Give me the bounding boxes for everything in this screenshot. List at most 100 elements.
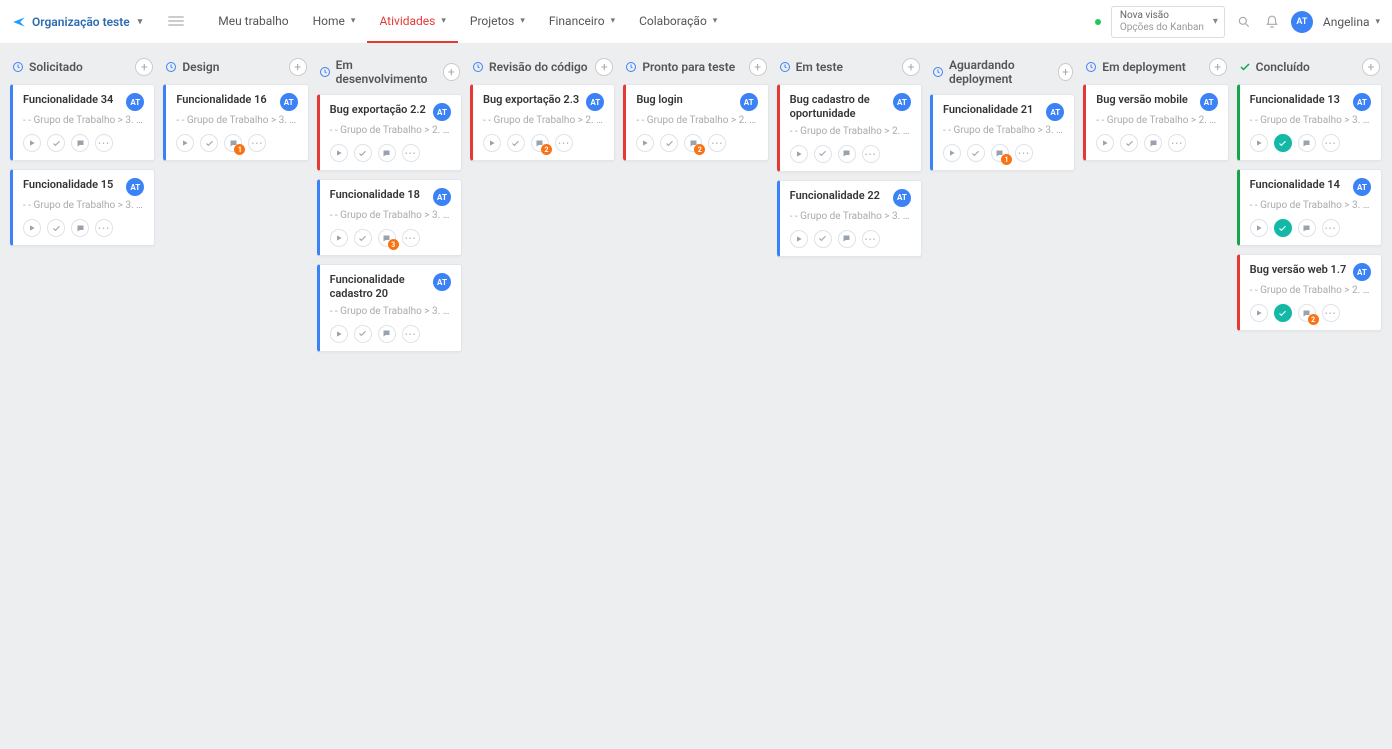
more-button[interactable]: ⋯ — [402, 325, 420, 343]
kanban-card[interactable]: Bug versão web 1.7AT- - Grupo de Trabalh… — [1237, 254, 1382, 331]
check-button[interactable] — [1120, 134, 1138, 152]
kanban-card[interactable]: Bug exportação 2.2AT- - Grupo de Trabalh… — [317, 94, 462, 171]
nav-link-4[interactable]: Financeiro▾ — [537, 0, 627, 43]
comment-button[interactable] — [378, 144, 396, 162]
nav-link-3[interactable]: Projetos▾ — [458, 0, 537, 43]
more-button[interactable]: ⋯ — [708, 134, 726, 152]
play-button[interactable] — [1250, 219, 1268, 237]
play-button[interactable] — [1250, 134, 1268, 152]
add-card-button[interactable]: + — [443, 63, 460, 81]
more-button[interactable]: ⋯ — [862, 145, 880, 163]
play-button[interactable] — [943, 144, 961, 162]
more-button[interactable]: ⋯ — [862, 230, 880, 248]
check-button[interactable] — [1274, 134, 1292, 152]
add-card-button[interactable]: + — [595, 58, 613, 76]
kanban-card[interactable]: Bug exportação 2.3AT- - Grupo de Trabalh… — [470, 84, 615, 161]
kanban-card[interactable]: Funcionalidade 14AT- - Grupo de Trabalho… — [1237, 169, 1382, 246]
check-button[interactable] — [1274, 219, 1292, 237]
play-button[interactable] — [330, 325, 348, 343]
more-button[interactable]: ⋯ — [95, 219, 113, 237]
more-button[interactable]: ⋯ — [555, 134, 573, 152]
check-button[interactable] — [47, 134, 65, 152]
comment-button[interactable] — [378, 325, 396, 343]
add-card-button[interactable]: + — [135, 58, 153, 76]
play-button[interactable] — [1250, 304, 1268, 322]
more-button[interactable]: ⋯ — [1322, 134, 1340, 152]
kanban-card[interactable]: Bug cadastro de oportunidadeAT- - Grupo … — [777, 84, 922, 172]
nav-link-5[interactable]: Colaboração▾ — [627, 0, 729, 43]
check-button[interactable] — [814, 230, 832, 248]
kanban-card[interactable]: Funcionalidade 18AT- - Grupo de Trabalho… — [317, 179, 462, 256]
check-button[interactable] — [814, 145, 832, 163]
more-button[interactable]: ⋯ — [95, 134, 113, 152]
more-button[interactable]: ⋯ — [1322, 304, 1340, 322]
nav-link-0[interactable]: Meu trabalho — [206, 0, 300, 43]
check-button[interactable] — [200, 134, 218, 152]
assignee-avatar[interactable]: AT — [1353, 178, 1371, 196]
add-card-button[interactable]: + — [1362, 58, 1380, 76]
play-button[interactable] — [23, 134, 41, 152]
assignee-avatar[interactable]: AT — [126, 178, 144, 196]
kanban-card[interactable]: Funcionalidade 13AT- - Grupo de Trabalho… — [1237, 84, 1382, 161]
kanban-card[interactable]: Funcionalidade 21AT- - Grupo de Trabalho… — [930, 94, 1075, 171]
bell-icon[interactable] — [1263, 13, 1281, 31]
more-button[interactable]: ⋯ — [1015, 144, 1033, 162]
more-button[interactable]: ⋯ — [248, 134, 266, 152]
assignee-avatar[interactable]: AT — [586, 93, 604, 111]
play-button[interactable] — [330, 229, 348, 247]
play-button[interactable] — [790, 145, 808, 163]
add-card-button[interactable]: + — [289, 58, 307, 76]
assignee-avatar[interactable]: AT — [433, 273, 451, 291]
assignee-avatar[interactable]: AT — [1353, 93, 1371, 111]
more-button[interactable]: ⋯ — [1322, 219, 1340, 237]
assignee-avatar[interactable]: AT — [893, 93, 911, 111]
comment-button[interactable] — [1144, 134, 1162, 152]
more-button[interactable]: ⋯ — [1168, 134, 1186, 152]
comment-button[interactable] — [71, 134, 89, 152]
kanban-card[interactable]: Funcionalidade 34AT- - Grupo de Trabalho… — [10, 84, 155, 161]
kanban-card[interactable]: Funcionalidade 16AT- - Grupo de Trabalho… — [163, 84, 308, 161]
kanban-card[interactable]: Bug versão mobileAT- - Grupo de Trabalho… — [1083, 84, 1228, 161]
assignee-avatar[interactable]: AT — [1200, 93, 1218, 111]
assignee-avatar[interactable]: AT — [740, 93, 758, 111]
add-card-button[interactable]: + — [749, 58, 767, 76]
comment-button[interactable]: 2 — [1298, 304, 1316, 322]
more-button[interactable]: ⋯ — [402, 229, 420, 247]
comment-button[interactable] — [838, 145, 856, 163]
play-button[interactable] — [636, 134, 654, 152]
add-card-button[interactable]: + — [902, 58, 920, 76]
check-button[interactable] — [507, 134, 525, 152]
play-button[interactable] — [1096, 134, 1114, 152]
comment-button[interactable] — [1298, 134, 1316, 152]
check-button[interactable] — [47, 219, 65, 237]
comment-button[interactable]: 1 — [224, 134, 242, 152]
check-button[interactable] — [354, 144, 372, 162]
check-button[interactable] — [967, 144, 985, 162]
play-button[interactable] — [23, 219, 41, 237]
play-button[interactable] — [330, 144, 348, 162]
add-card-button[interactable]: + — [1058, 63, 1074, 81]
play-button[interactable] — [176, 134, 194, 152]
comment-button[interactable] — [1298, 219, 1316, 237]
check-button[interactable] — [1274, 304, 1292, 322]
add-card-button[interactable]: + — [1209, 58, 1227, 76]
assignee-avatar[interactable]: AT — [893, 189, 911, 207]
kanban-card[interactable]: Funcionalidade 22AT- - Grupo de Trabalho… — [777, 180, 922, 257]
comment-button[interactable]: 2 — [531, 134, 549, 152]
more-button[interactable]: ⋯ — [402, 144, 420, 162]
kanban-card[interactable]: Funcionalidade 15AT- - Grupo de Trabalho… — [10, 169, 155, 246]
assignee-avatar[interactable]: AT — [433, 103, 451, 121]
nav-link-2[interactable]: Atividades▾ — [367, 0, 457, 43]
view-selector[interactable]: Nova visão Opções do Kanban — [1111, 6, 1225, 38]
check-button[interactable] — [354, 325, 372, 343]
menu-icon[interactable] — [168, 16, 184, 28]
search-icon[interactable] — [1235, 13, 1253, 31]
assignee-avatar[interactable]: AT — [1046, 103, 1064, 121]
check-button[interactable] — [660, 134, 678, 152]
play-button[interactable] — [483, 134, 501, 152]
assignee-avatar[interactable]: AT — [280, 93, 298, 111]
kanban-card[interactable]: Funcionalidade cadastro 20AT- - Grupo de… — [317, 264, 462, 352]
kanban-card[interactable]: Bug loginAT- - Grupo de Trabalho > 2. De… — [623, 84, 768, 161]
assignee-avatar[interactable]: AT — [1353, 263, 1371, 281]
comment-button[interactable]: 1 — [991, 144, 1009, 162]
